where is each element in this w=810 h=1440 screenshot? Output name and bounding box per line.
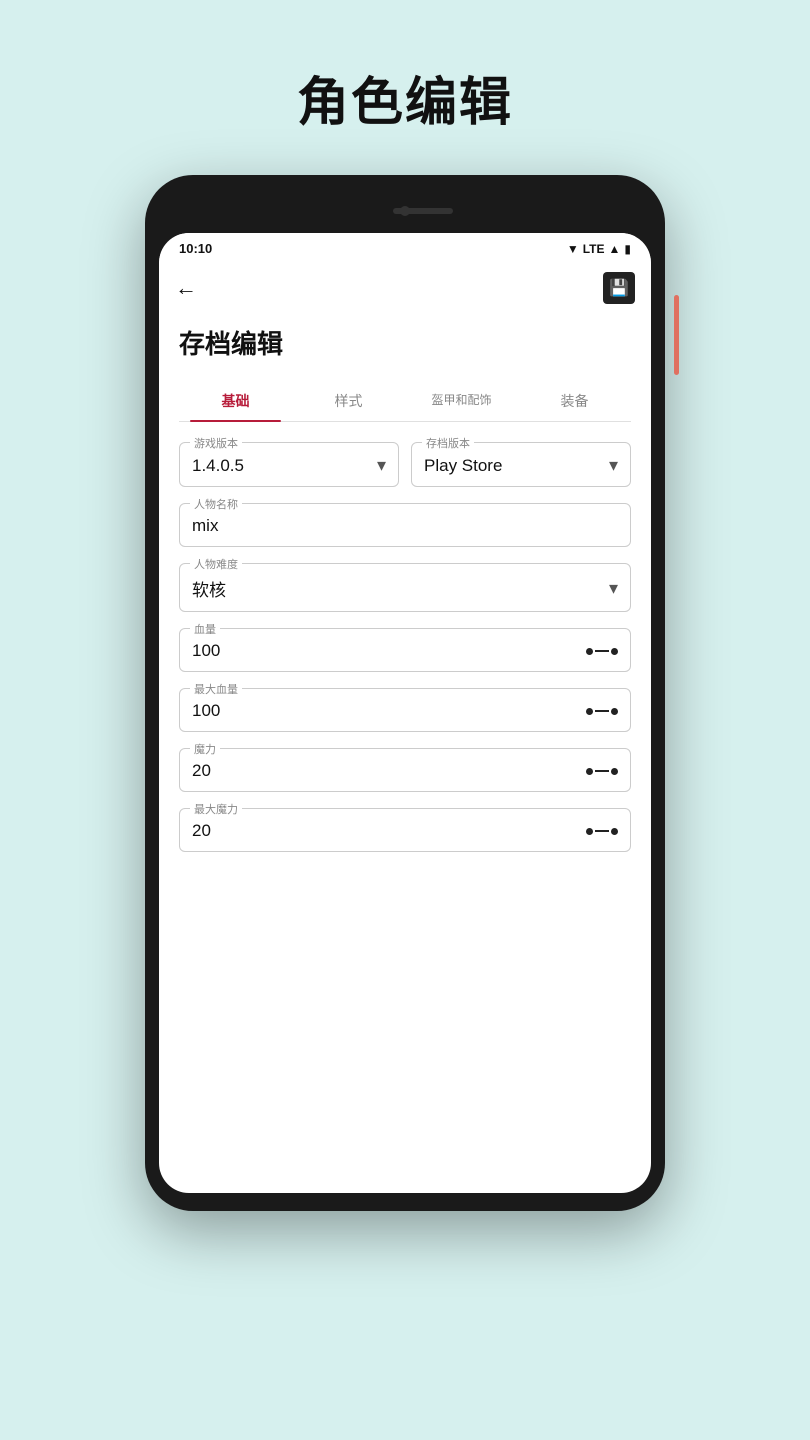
save-button[interactable]: 💾 xyxy=(603,272,635,304)
health-stepper[interactable] xyxy=(586,648,618,655)
signal-icon: ▲ xyxy=(609,242,621,256)
game-version-field[interactable]: 游戏版本 1.4.0.5 ▾ xyxy=(179,442,399,487)
wifi-icon: ▼ xyxy=(567,242,579,256)
stepper-dot xyxy=(586,648,593,655)
stepper-dot xyxy=(586,708,593,715)
game-version-value: 1.4.0.5 ▾ xyxy=(192,451,386,476)
status-bar: 10:10 ▼ LTE ▲ ▮ xyxy=(159,233,651,264)
mana-stepper[interactable] xyxy=(586,768,618,775)
tab-basics[interactable]: 基础 xyxy=(179,381,292,421)
stepper-dot2 xyxy=(611,648,618,655)
max-health-stepper[interactable] xyxy=(586,708,618,715)
tab-equipment[interactable]: 装备 xyxy=(518,381,631,421)
stepper-dot2 xyxy=(611,828,618,835)
max-mana-value: 20 xyxy=(192,817,618,841)
game-version-label: 游戏版本 xyxy=(190,435,242,451)
phone-speaker xyxy=(393,208,453,214)
stepper-dot xyxy=(586,768,593,775)
page-title: 角色编辑 xyxy=(297,60,513,135)
status-time: 10:10 xyxy=(179,241,212,256)
save-version-label: 存档版本 xyxy=(422,435,474,451)
tab-armor[interactable]: 盔甲和配饰 xyxy=(405,381,518,421)
stepper-line xyxy=(595,770,609,773)
stepper-dot xyxy=(586,828,593,835)
health-value: 100 xyxy=(192,637,618,661)
max-health-label: 最大血量 xyxy=(190,681,242,697)
stepper-line xyxy=(595,830,609,833)
phone-frame: 10:10 ▼ LTE ▲ ▮ ← 💾 存档编辑 基础 样式 盔甲和配饰 xyxy=(145,175,665,1211)
character-difficulty-field[interactable]: 人物难度 软核 ▾ xyxy=(179,563,631,612)
content-area: 存档编辑 基础 样式 盔甲和配饰 装备 游戏版本 1.4.0.5 ▾ 存档版 xyxy=(159,316,651,888)
save-version-value: Play Store ▾ xyxy=(424,451,618,476)
character-difficulty-value: 软核 ▾ xyxy=(192,572,618,601)
lte-label: LTE xyxy=(583,242,605,256)
max-health-field[interactable]: 最大血量 100 xyxy=(179,688,631,732)
mana-label: 魔力 xyxy=(190,741,220,757)
game-version-dropdown-icon: ▾ xyxy=(377,455,386,476)
app-bar: ← 💾 xyxy=(159,264,651,316)
health-label: 血量 xyxy=(190,621,220,637)
stepper-dot2 xyxy=(611,768,618,775)
section-title: 存档编辑 xyxy=(179,316,631,361)
tabs-bar: 基础 样式 盔甲和配饰 装备 xyxy=(179,381,631,422)
battery-icon: ▮ xyxy=(624,242,631,256)
status-icons: ▼ LTE ▲ ▮ xyxy=(567,242,631,256)
phone-notch xyxy=(159,193,651,229)
character-name-label: 人物名称 xyxy=(190,496,242,512)
stepper-line xyxy=(595,710,609,713)
scroll-indicator xyxy=(674,295,679,375)
difficulty-dropdown-icon: ▾ xyxy=(609,578,618,599)
character-name-value: mix xyxy=(192,512,618,536)
version-row: 游戏版本 1.4.0.5 ▾ 存档版本 Play Store ▾ xyxy=(179,442,631,487)
health-field[interactable]: 血量 100 xyxy=(179,628,631,672)
max-mana-label: 最大魔力 xyxy=(190,801,242,817)
max-mana-stepper[interactable] xyxy=(586,828,618,835)
character-difficulty-label: 人物难度 xyxy=(190,556,242,572)
mana-field[interactable]: 魔力 20 xyxy=(179,748,631,792)
save-icon: 💾 xyxy=(609,278,629,298)
stepper-line xyxy=(595,650,609,653)
save-version-field[interactable]: 存档版本 Play Store ▾ xyxy=(411,442,631,487)
max-health-value: 100 xyxy=(192,697,618,721)
tab-style[interactable]: 样式 xyxy=(292,381,405,421)
character-name-field[interactable]: 人物名称 mix xyxy=(179,503,631,547)
save-version-dropdown-icon: ▾ xyxy=(609,455,618,476)
mana-value: 20 xyxy=(192,757,618,781)
stepper-dot2 xyxy=(611,708,618,715)
max-mana-field[interactable]: 最大魔力 20 xyxy=(179,808,631,852)
phone-screen: 10:10 ▼ LTE ▲ ▮ ← 💾 存档编辑 基础 样式 盔甲和配饰 xyxy=(159,233,651,1193)
back-button[interactable]: ← xyxy=(175,275,197,301)
